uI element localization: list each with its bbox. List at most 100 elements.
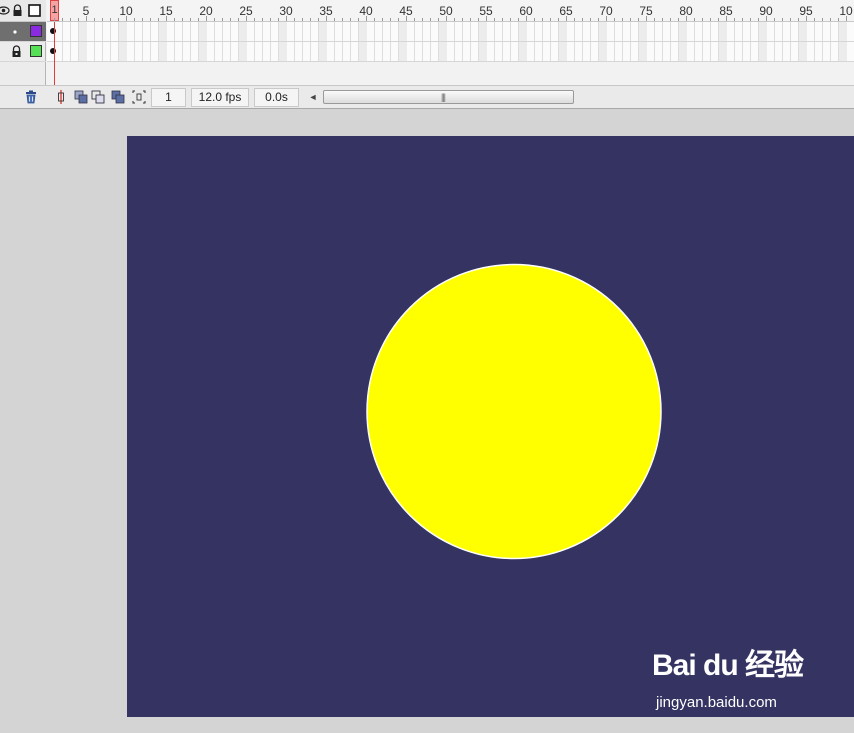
ruler-tick-mark (766, 16, 767, 21)
ruler-tick-mark (198, 18, 199, 21)
timeline-status-bar: 1 12.0 fps 0.0s ◄ ||| (0, 85, 854, 109)
ruler-tick-mark (206, 16, 207, 21)
ruler-tick-mark (94, 18, 95, 21)
ruler-tick-mark (646, 16, 647, 21)
frame-cell-marker (439, 42, 447, 61)
outline-icon[interactable] (28, 4, 41, 17)
keyframe[interactable] (50, 28, 56, 34)
ruler-tick-mark (822, 18, 823, 21)
edit-multiple-frames-icon[interactable] (111, 90, 125, 104)
ruler-tick-mark (86, 16, 87, 21)
ruler-tick-mark (358, 18, 359, 21)
ruler-tick-mark (830, 18, 831, 21)
ruler-tick-mark (246, 16, 247, 21)
timeline-horizontal-scrollbar[interactable]: ◄ ||| (306, 90, 854, 104)
ruler-tick-mark (574, 18, 575, 21)
ruler-tick-mark (110, 18, 111, 21)
frames-grid[interactable] (47, 22, 854, 85)
frame-cell-marker (479, 42, 487, 61)
layer-header (0, 0, 46, 22)
baidu-watermark: Bai du 经验 jingyan.baidu.com (652, 640, 812, 716)
watermark-url: jingyan.baidu.com (656, 694, 777, 711)
ruler-tick-mark (54, 18, 55, 21)
ruler-tick-mark (518, 18, 519, 21)
ruler-tick-mark (454, 18, 455, 21)
lock-icon[interactable] (11, 45, 22, 58)
frame-cell-marker (279, 42, 287, 61)
ruler-tick-mark (782, 18, 783, 21)
frame-cell-marker (79, 42, 87, 61)
ruler-tick-mark (590, 18, 591, 21)
frame-rate-field[interactable]: 12.0 fps (191, 88, 249, 107)
layer-outline-swatch[interactable] (30, 25, 42, 37)
frame-cell-marker (639, 22, 647, 41)
frame-cell-marker (239, 22, 247, 41)
ruler-tick-mark (302, 18, 303, 21)
ruler-tick-mark (462, 18, 463, 21)
frame-cell-marker (519, 42, 527, 61)
lock-icon[interactable] (11, 4, 24, 17)
frame-cell-marker (799, 22, 807, 41)
ruler-tick-mark (318, 18, 319, 21)
frame-cell-marker (759, 22, 767, 41)
elapsed-time-field: 0.0s (254, 88, 299, 107)
ruler-tick-mark (486, 16, 487, 21)
frame-cell-marker (519, 22, 527, 41)
frame-cell-marker (279, 22, 287, 41)
ruler-tick-mark (758, 18, 759, 21)
frame-row-layer-2[interactable] (47, 42, 854, 62)
layer-outline-swatch[interactable] (30, 45, 42, 57)
playhead-label: 1 (51, 4, 58, 16)
ruler-tick-mark (558, 18, 559, 21)
ruler-tick-mark (750, 18, 751, 21)
keyframe[interactable] (50, 48, 56, 54)
center-frame-icon[interactable] (54, 90, 68, 104)
scroll-grip-icon: ||| (441, 92, 446, 102)
frame-row-layer-1[interactable] (47, 22, 854, 42)
scroll-thumb[interactable]: ||| (323, 90, 574, 104)
ruler-tick-mark (374, 18, 375, 21)
frame-cell-marker (79, 22, 87, 41)
frame-cell-marker (119, 22, 127, 41)
frame-cell-marker (319, 42, 327, 61)
ruler-tick-mark (286, 16, 287, 21)
ruler-tick-mark (438, 18, 439, 21)
frame-cell-marker (559, 42, 567, 61)
trash-icon[interactable] (24, 90, 38, 104)
layer-panel (0, 0, 46, 85)
layer-row-2[interactable] (0, 42, 46, 62)
ruler-tick-mark (606, 16, 607, 21)
layer-row-1[interactable] (0, 22, 46, 42)
ruler-tick-mark (806, 16, 807, 21)
ruler-tick-mark (414, 18, 415, 21)
yellow-circle-shape[interactable] (366, 263, 662, 560)
ruler-tick-mark (166, 16, 167, 21)
ruler-tick-mark (670, 18, 671, 21)
current-frame-field[interactable]: 1 (151, 88, 186, 107)
visible-dot-icon[interactable] (13, 30, 17, 34)
frame-ruler[interactable]: 1 5 10 15 20 25 30 35 40 45 50 55 60 65 70 75 80 85 90 95 1… (47, 0, 854, 22)
frame-cell-marker (399, 22, 407, 41)
frame-cell-marker (399, 42, 407, 61)
scroll-left-arrow-icon[interactable]: ◄ (306, 90, 320, 104)
onion-skin-outlines-icon[interactable] (91, 90, 105, 104)
ruler-tick-mark (622, 18, 623, 21)
stage-canvas[interactable] (127, 136, 854, 717)
ruler-tick-mark (118, 18, 119, 21)
ruler-tick-mark (494, 18, 495, 21)
frame-cell-marker (359, 42, 367, 61)
ruler-tick-mark (686, 16, 687, 21)
onion-skin-icon[interactable] (74, 90, 88, 104)
ruler-tick-mark (334, 18, 335, 21)
playhead-line (54, 22, 55, 85)
modify-onion-markers-icon[interactable] (132, 90, 146, 104)
ruler-tick-mark (70, 18, 71, 21)
ruler-tick-mark (406, 16, 407, 21)
frame-cell-marker (319, 22, 327, 41)
ruler-tick-mark (190, 18, 191, 21)
ruler-tick-mark (734, 18, 735, 21)
ruler-tick-mark (710, 18, 711, 21)
eye-icon[interactable] (0, 4, 10, 17)
frame-cell-marker (839, 42, 847, 61)
frame-cell-marker (559, 22, 567, 41)
